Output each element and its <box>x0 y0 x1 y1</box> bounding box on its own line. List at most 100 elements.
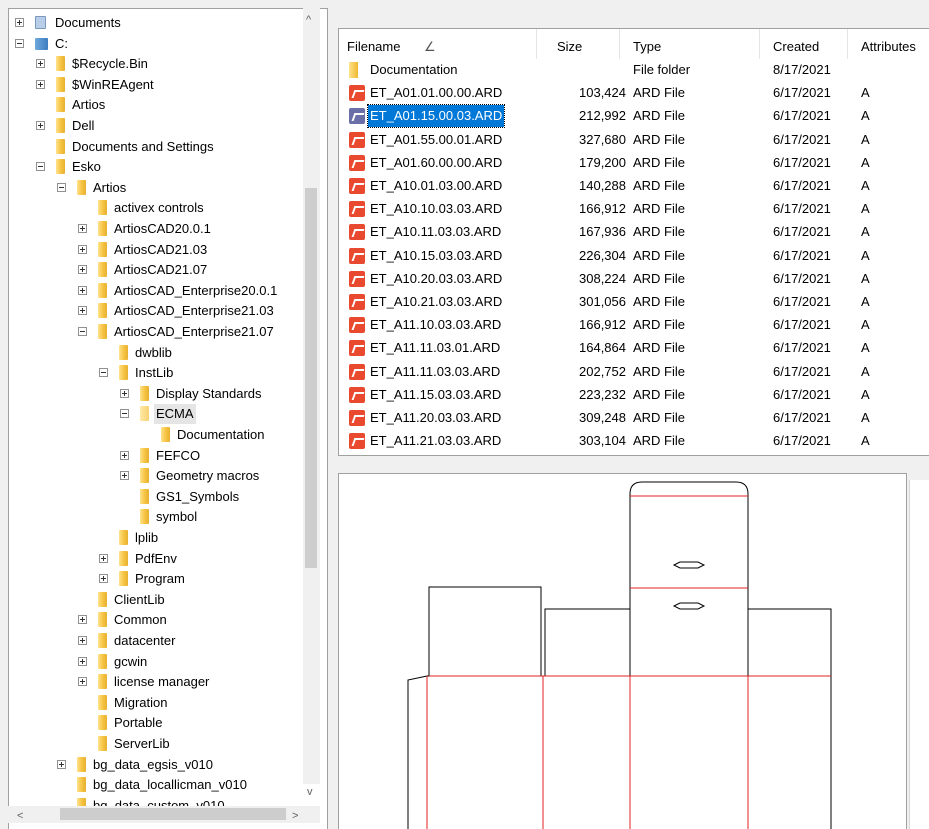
expand-plus-icon[interactable] <box>78 265 87 275</box>
tree-item[interactable]: GS1_Symbols <box>9 487 309 507</box>
expand-plus-icon[interactable] <box>120 471 129 481</box>
tree-item[interactable]: ArtiosCAD21.03 <box>9 240 309 260</box>
file-list-row[interactable]: ET_A01.01.00.00.ARD 103,424 ARD File 6/17/2… <box>339 82 929 104</box>
tree-item[interactable]: ArtiosCAD_Enterprise21.03 <box>9 301 309 321</box>
expand-plus-icon[interactable] <box>78 224 87 233</box>
file-list-row[interactable]: ET_A11.10.03.03.ARD 166,912 ARD File 6/17/2… <box>339 314 929 336</box>
expand-plus-icon[interactable] <box>15 18 24 27</box>
tree-item[interactable]: Artios <box>9 95 309 115</box>
folder-tree-panel[interactable]: Documents C: $Recycle.Bin $WinREAgent Artios… <box>8 8 328 829</box>
file-list-row[interactable]: ET_A11.21.03.03.ARD 303,104 ARD File 6/17/2… <box>339 430 929 452</box>
tree-item[interactable]: Migration <box>9 693 309 713</box>
tree-item[interactable]: Artios <box>9 178 309 198</box>
tree-item[interactable]: ArtiosCAD21.07 <box>9 260 309 280</box>
tree-item[interactable]: ClientLib <box>9 590 309 610</box>
file-list-row[interactable]: ET_A10.01.03.00.ARD 140,288 ARD File 6/17/2… <box>339 175 929 197</box>
tree-item[interactable]: Geometry macros <box>9 466 309 486</box>
file-list-row[interactable]: ET_A11.15.03.03.ARD 223,232 ARD File 6/17/2… <box>339 384 929 406</box>
tree-item[interactable]: ArtiosCAD_Enterprise21.07 <box>9 322 309 342</box>
file-list-row[interactable]: ET_A01.55.00.01.ARD 327,680 ARD File 6/17/2… <box>339 129 929 151</box>
column-separator[interactable] <box>619 29 620 59</box>
column-header-size[interactable]: Size <box>557 37 582 57</box>
tree-item[interactable]: InstLib <box>9 363 309 383</box>
expand-plus-icon[interactable] <box>78 636 87 645</box>
file-list-row[interactable]: ET_A11.11.03.01.ARD 164,864 ARD File 6/17/2… <box>339 337 929 359</box>
tree-item[interactable]: activex controls <box>9 198 309 218</box>
scroll-right-arrow-icon[interactable]: > <box>292 810 298 822</box>
tree-item[interactable]: Display Standards <box>9 384 309 404</box>
expand-plus-icon[interactable] <box>99 553 108 563</box>
tree-item[interactable]: $WinREAgent <box>9 75 309 95</box>
expand-plus-icon[interactable] <box>120 388 129 398</box>
column-header-attributes[interactable]: Attributes <box>861 37 916 57</box>
tree-item[interactable]: PdfEnv <box>9 549 309 569</box>
file-list-row[interactable]: ET_A01.15.00.03.ARD 212,992 ARD File 6/17/2… <box>339 104 929 129</box>
file-name: ET_A01.60.00.00.ARD <box>370 154 503 170</box>
tree-item[interactable]: datacenter <box>9 631 309 651</box>
file-list-row[interactable]: ET_A11.11.03.03.ARD 202,752 ARD File 6/17/2… <box>339 361 929 383</box>
box-dieline-preview <box>407 481 832 829</box>
tree-item[interactable]: Documents <box>9 13 309 33</box>
scroll-up-arrow-icon[interactable]: ^ <box>306 14 311 26</box>
tree-item[interactable]: dwblib <box>9 343 309 363</box>
collapse-minus-icon[interactable] <box>57 182 66 192</box>
column-separator[interactable] <box>759 29 760 59</box>
collapse-minus-icon[interactable] <box>36 162 45 172</box>
file-list-row[interactable]: ET_A10.20.03.03.ARD 308,224 ARD File 6/17/2… <box>339 268 929 290</box>
expand-plus-icon[interactable] <box>120 450 129 460</box>
tree-item[interactable]: Common <box>9 610 309 630</box>
expand-plus-icon[interactable] <box>57 759 66 769</box>
expand-plus-icon[interactable] <box>78 306 87 316</box>
tree-item[interactable]: Dell <box>9 116 309 136</box>
column-header-type[interactable]: Type <box>633 37 661 57</box>
tree-item[interactable]: ServerLib <box>9 734 309 754</box>
expand-plus-icon[interactable] <box>78 677 87 687</box>
expand-plus-icon[interactable] <box>36 59 45 69</box>
tree-item[interactable]: license manager <box>9 672 309 692</box>
file-list-row[interactable]: ET_A10.11.03.03.ARD 167,936 ARD File 6/17/2… <box>339 221 929 243</box>
file-list-row[interactable]: Documentation File folder 8/17/2021 <box>339 59 929 81</box>
collapse-minus-icon[interactable] <box>15 38 24 48</box>
collapse-minus-icon[interactable] <box>78 327 87 336</box>
tree-item[interactable]: bg_data_locallicman_v010 <box>9 775 309 795</box>
scroll-down-arrow-icon[interactable]: v <box>307 786 313 798</box>
tree-item[interactable]: $Recycle.Bin <box>9 54 309 74</box>
expand-plus-icon[interactable] <box>99 574 108 584</box>
tree-item[interactable]: C: <box>9 34 309 54</box>
tree-item[interactable]: bg_data_egsis_v010 <box>9 755 309 775</box>
collapse-minus-icon[interactable] <box>99 368 108 378</box>
expand-plus-icon[interactable] <box>36 121 45 130</box>
tree-item[interactable]: ECMA <box>9 404 309 425</box>
file-list-panel[interactable]: Filename ∠ Size Type Created Attributes … <box>338 28 929 456</box>
tree-item[interactable]: FEFCO <box>9 446 309 466</box>
expand-plus-icon[interactable] <box>36 79 45 89</box>
file-list-row[interactable]: ET_A01.60.00.00.ARD 179,200 ARD File 6/17/2… <box>339 152 929 174</box>
scroll-left-arrow-icon[interactable]: < <box>17 810 23 822</box>
tree-item[interactable]: Program <box>9 569 309 589</box>
tree-vertical-scroll-thumb[interactable] <box>305 188 317 568</box>
column-separator[interactable] <box>847 29 848 59</box>
column-header-created[interactable]: Created <box>773 37 819 57</box>
file-list-row[interactable]: ET_A10.10.03.03.ARD 166,912 ARD File 6/17/2… <box>339 198 929 220</box>
tree-item[interactable]: Esko <box>9 157 309 177</box>
tree-item[interactable]: lplib <box>9 528 309 548</box>
tree-item[interactable]: symbol <box>9 507 309 527</box>
tree-item[interactable]: Portable <box>9 713 309 733</box>
expand-plus-icon[interactable] <box>78 656 87 666</box>
expand-plus-icon[interactable] <box>78 244 87 254</box>
folder-icon <box>98 633 107 648</box>
expand-plus-icon[interactable] <box>78 615 87 625</box>
column-header-filename[interactable]: Filename <box>347 37 400 57</box>
tree-item[interactable]: Documentation <box>9 425 309 445</box>
column-separator[interactable] <box>536 29 537 59</box>
tree-item[interactable]: gcwin <box>9 652 309 672</box>
tree-item[interactable]: Documents and Settings <box>9 137 309 157</box>
tree-horizontal-scroll-thumb[interactable] <box>60 808 286 820</box>
file-list-row[interactable]: ET_A10.15.03.03.ARD 226,304 ARD File 6/17/2… <box>339 245 929 267</box>
file-list-row[interactable]: ET_A11.20.03.03.ARD 309,248 ARD File 6/17/2… <box>339 407 929 429</box>
file-list-row[interactable]: ET_A10.21.03.03.ARD 301,056 ARD File 6/17/2… <box>339 291 929 313</box>
tree-item[interactable]: ArtiosCAD_Enterprise20.0.1 <box>9 281 309 301</box>
collapse-minus-icon[interactable] <box>120 409 129 419</box>
expand-plus-icon[interactable] <box>78 285 87 295</box>
tree-item[interactable]: ArtiosCAD20.0.1 <box>9 219 309 239</box>
